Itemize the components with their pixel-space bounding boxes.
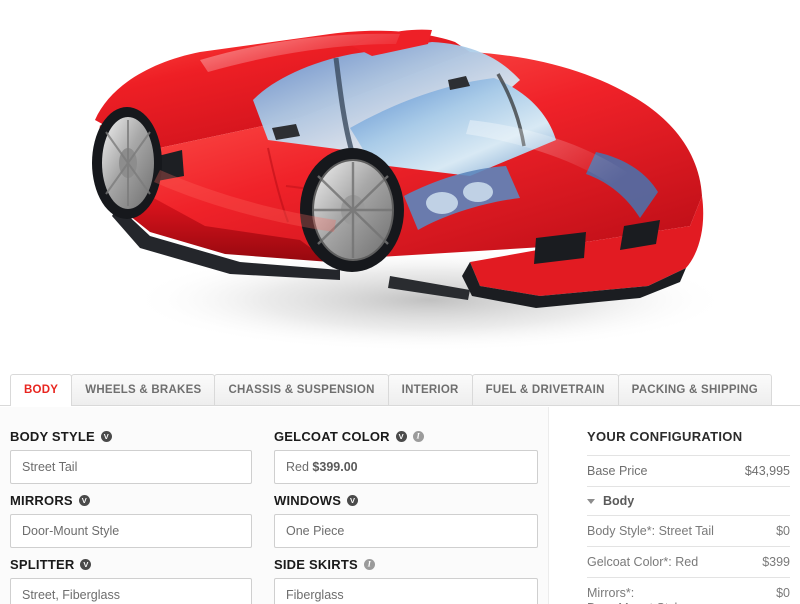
summary-base-price-value: $43,995 xyxy=(744,464,790,478)
tab-body-label: BODY xyxy=(24,384,59,396)
field-body-style-value: Street Tail xyxy=(22,460,78,474)
dropdown-badge-glyph: V xyxy=(81,495,87,505)
configuration-summary-title: YOUR CONFIGURATION xyxy=(587,429,743,444)
tab-interior[interactable]: INTERIOR xyxy=(387,374,473,405)
configurator-content: BODY STYLE V Street Tail GELCOAT COLOR V… xyxy=(0,407,800,604)
field-windows-value: One Piece xyxy=(286,524,345,538)
summary-row-mirrors: Mirrors*: Door-Mount Style $0 xyxy=(587,577,790,604)
field-side-skirts-label-text: SIDE SKIRTS xyxy=(274,557,358,572)
summary-mirrors-label: Mirrors*: Door-Mount Style xyxy=(587,586,684,604)
dropdown-badge-glyph: V xyxy=(350,495,356,505)
option-form-pane: BODY STYLE V Street Tail GELCOAT COLOR V… xyxy=(0,407,548,604)
summary-row-base-price: Base Price $43,995 xyxy=(587,455,790,486)
dropdown-badge-icon[interactable]: V xyxy=(395,431,407,442)
field-gelcoat-color: GELCOAT COLOR V i Red $399.00 xyxy=(274,429,538,484)
field-mirrors-label: MIRRORS V xyxy=(10,493,252,508)
tab-interior-label: INTERIOR xyxy=(401,384,459,396)
field-body-style-select[interactable]: Street Tail xyxy=(10,450,252,484)
tab-wheels-brakes-label: WHEELS & BRAKES xyxy=(85,384,202,396)
summary-gelcoat-color-label: Gelcoat Color*: Red xyxy=(587,555,699,569)
option-field-grid: BODY STYLE V Street Tail GELCOAT COLOR V… xyxy=(0,429,548,604)
field-splitter-label: SPLITTER V xyxy=(10,557,252,572)
field-windows-label-text: WINDOWS xyxy=(274,493,342,508)
field-splitter-select[interactable]: Street, Fiberglass xyxy=(10,578,252,604)
field-mirrors-label-text: MIRRORS xyxy=(10,493,73,508)
summary-mirrors-value: $0 xyxy=(776,586,790,600)
summary-base-price-label: Base Price xyxy=(587,464,648,478)
field-body-style-label: BODY STYLE V xyxy=(10,429,252,444)
field-body-style: BODY STYLE V Street Tail xyxy=(10,429,274,484)
field-side-skirts-value: Fiberglass xyxy=(286,588,344,602)
tab-wheels-brakes[interactable]: WHEELS & BRAKES xyxy=(71,374,216,405)
field-gelcoat-color-value: Red xyxy=(286,460,309,474)
summary-row-body-style: Body Style*: Street Tail $0 xyxy=(587,515,790,546)
tab-fuel-drivetrain[interactable]: FUEL & DRIVETRAIN xyxy=(471,374,619,405)
dropdown-badge-glyph: V xyxy=(103,431,109,441)
field-splitter-label-text: SPLITTER xyxy=(10,557,75,572)
dropdown-badge-glyph: V xyxy=(398,431,404,441)
info-badge-icon[interactable]: i xyxy=(412,430,424,442)
summary-body-style-value: $0 xyxy=(776,524,790,538)
field-mirrors: MIRRORS V Door-Mount Style xyxy=(10,493,274,548)
field-windows-label: WINDOWS V xyxy=(274,493,538,508)
field-side-skirts-label: SIDE SKIRTS i xyxy=(274,557,538,572)
configurator-page: BODY WHEELS & BRAKES CHASSIS & SUSPENSIO… xyxy=(0,0,800,604)
tab-chassis-suspension[interactable]: CHASSIS & SUSPENSION xyxy=(214,374,389,405)
field-body-style-label-text: BODY STYLE xyxy=(10,429,95,444)
field-windows-select[interactable]: One Piece xyxy=(274,514,538,548)
vehicle-preview xyxy=(0,0,800,368)
summary-gelcoat-color-value: $399 xyxy=(762,555,790,569)
field-side-skirts-select[interactable]: Fiberglass xyxy=(274,578,538,604)
summary-row-gelcoat-color: Gelcoat Color*: Red $399 xyxy=(587,546,790,577)
configuration-summary-pane: YOUR CONFIGURATION Base Price $43,995 Bo… xyxy=(548,407,800,604)
tab-packing-shipping-label: PACKING & SHIPPING xyxy=(631,384,758,396)
field-windows: WINDOWS V One Piece xyxy=(274,493,538,548)
field-mirrors-select[interactable]: Door-Mount Style xyxy=(10,514,252,548)
tab-body[interactable]: BODY xyxy=(10,374,73,406)
tab-chassis-suspension-label: CHASSIS & SUSPENSION xyxy=(228,384,375,396)
tab-packing-shipping[interactable]: PACKING & SHIPPING xyxy=(617,374,772,405)
dropdown-badge-icon[interactable]: V xyxy=(78,495,90,506)
dropdown-badge-icon[interactable]: V xyxy=(80,559,92,570)
chevron-down-icon[interactable] xyxy=(587,499,595,504)
field-splitter-value: Street, Fiberglass xyxy=(22,588,120,602)
tab-list: BODY WHEELS & BRAKES CHASSIS & SUSPENSIO… xyxy=(10,374,772,406)
category-tab-bar: BODY WHEELS & BRAKES CHASSIS & SUSPENSIO… xyxy=(0,368,800,406)
dropdown-badge-glyph: V xyxy=(83,559,89,569)
info-badge-glyph: i xyxy=(367,558,372,569)
field-gelcoat-color-label-text: GELCOAT COLOR xyxy=(274,429,390,444)
field-side-skirts: SIDE SKIRTS i Fiberglass xyxy=(274,557,538,604)
field-splitter: SPLITTER V Street, Fiberglass xyxy=(10,557,274,604)
field-gelcoat-color-select[interactable]: Red $399.00 xyxy=(274,450,538,484)
summary-group-body-label: Body xyxy=(603,494,635,508)
summary-body-style-label: Body Style*: Street Tail xyxy=(587,524,714,538)
dropdown-badge-icon[interactable]: V xyxy=(347,495,359,506)
tab-fuel-drivetrain-label: FUEL & DRIVETRAIN xyxy=(485,384,605,396)
field-gelcoat-color-label: GELCOAT COLOR V i xyxy=(274,429,538,444)
dropdown-badge-icon[interactable]: V xyxy=(100,431,112,442)
summary-group-body-label-wrap: Body xyxy=(587,494,790,509)
info-badge-glyph: i xyxy=(416,430,420,441)
car-illustration xyxy=(0,0,800,368)
field-mirrors-value: Door-Mount Style xyxy=(22,524,120,538)
car-image xyxy=(0,0,800,368)
summary-group-body[interactable]: Body xyxy=(587,486,790,515)
field-gelcoat-color-price: $399.00 xyxy=(312,460,358,474)
info-badge-icon[interactable]: i xyxy=(363,558,375,570)
